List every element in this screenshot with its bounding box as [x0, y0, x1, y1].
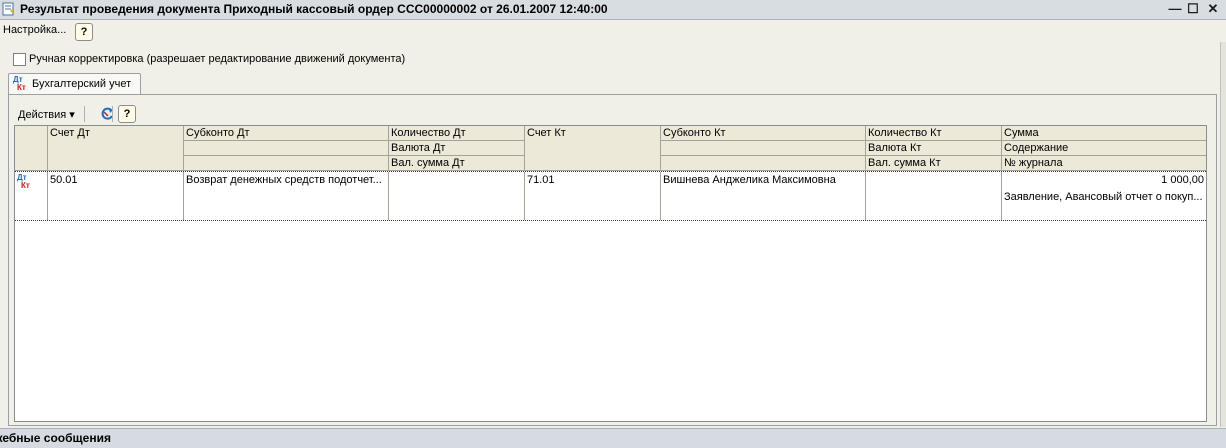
cell-subkonto-dt[interactable]: Возврат денежных средств подотчет... [184, 172, 389, 220]
column-header-subkonto-kt-2 [661, 141, 866, 156]
column-header-val-summa-kt[interactable]: Вал. сумма Кт [866, 156, 1002, 171]
column-header-val-summa-dt[interactable]: Вал. сумма Дт [389, 156, 525, 171]
dt-kt-icon: Дт Кт [17, 173, 30, 190]
tab-accounting[interactable]: Дт Кт Бухгалтерский учет [8, 73, 141, 95]
service-messages-label: жебные сообщения [0, 431, 111, 445]
menu-bar: Настройка... ? [0, 20, 1222, 42]
actions-menu-button[interactable]: Действия ▾ [18, 108, 75, 121]
right-edge-scrollbar[interactable] [1220, 42, 1226, 427]
manual-edit-label: Ручная корректировка (разрешает редактир… [29, 53, 406, 65]
window-titlebar: Результат проведения документа Приходный… [0, 0, 1226, 20]
cell-kolichestvo-dt[interactable] [389, 172, 525, 220]
table-row[interactable]: Дт Кт 50.01 Возврат денежных средств под… [15, 171, 1206, 221]
column-header-kolichestvo-dt[interactable]: Количество Дт [389, 126, 525, 141]
toolbar-help-button[interactable]: ? [118, 105, 136, 123]
service-messages-bar[interactable]: жебные сообщения [0, 428, 1226, 448]
manual-edit-checkbox[interactable] [13, 53, 26, 66]
grid-toolbar: Действия ▾ ? [8, 104, 308, 124]
cell-soderzhanie: Заявление, Авансовый отчет о покуп... [1004, 191, 1203, 203]
column-header-soderzhanie[interactable]: Содержание [1002, 141, 1206, 156]
row-icon-cell: Дт Кт [15, 172, 48, 220]
document-icon [2, 2, 14, 16]
toolbar-separator [112, 106, 113, 122]
tab-accounting-label: Бухгалтерский учет [32, 78, 132, 90]
column-header-valyuta-dt[interactable]: Валюта Дт [389, 141, 525, 156]
cell-summa: 1 000,00 [1161, 174, 1204, 186]
column-header-kolichestvo-kt[interactable]: Количество Кт [866, 126, 1002, 141]
icon-column-header [15, 126, 48, 171]
column-header-subkonto-dt[interactable]: Субконто Дт [184, 126, 389, 141]
cell-subkonto-kt[interactable]: Вишнева Анджелика Максимовна [661, 172, 866, 220]
settings-menu[interactable]: Настройка... [3, 24, 66, 36]
column-header-subkonto-kt[interactable]: Субконто Кт [661, 126, 866, 141]
cell-summa-group[interactable]: 1 000,00 Заявление, Авансовый отчет о по… [1002, 172, 1206, 220]
minimize-button[interactable]: — [1166, 1, 1184, 17]
toolbar-separator [84, 106, 85, 122]
column-header-schet-dt[interactable]: Счет Дт [48, 126, 184, 171]
column-header-summa[interactable]: Сумма [1002, 126, 1206, 141]
column-header-subkonto-kt-3 [661, 156, 866, 171]
dt-kt-icon: Дт Кт [13, 75, 26, 92]
cell-kolichestvo-kt[interactable] [866, 172, 1002, 220]
column-header-subkonto-dt-2 [184, 141, 389, 156]
maximize-button[interactable]: ☐ [1184, 1, 1202, 17]
cell-schet-dt[interactable]: 50.01 [48, 172, 184, 220]
column-header-nomer-zhurnala[interactable]: № журнала [1002, 156, 1206, 171]
column-header-subkonto-dt-3 [184, 156, 389, 171]
help-button[interactable]: ? [75, 23, 93, 41]
column-header-schet-kt[interactable]: Счет Кт [525, 126, 661, 171]
close-button[interactable]: ✕ [1204, 1, 1222, 17]
cell-schet-kt[interactable]: 71.01 [525, 172, 661, 220]
column-header-valyuta-kt[interactable]: Валюта Кт [866, 141, 1002, 156]
postings-table[interactable]: Счет Дт Субконто Дт Количество Дт Валюта… [14, 125, 1207, 422]
window-title: Результат проведения документа Приходный… [20, 2, 608, 16]
